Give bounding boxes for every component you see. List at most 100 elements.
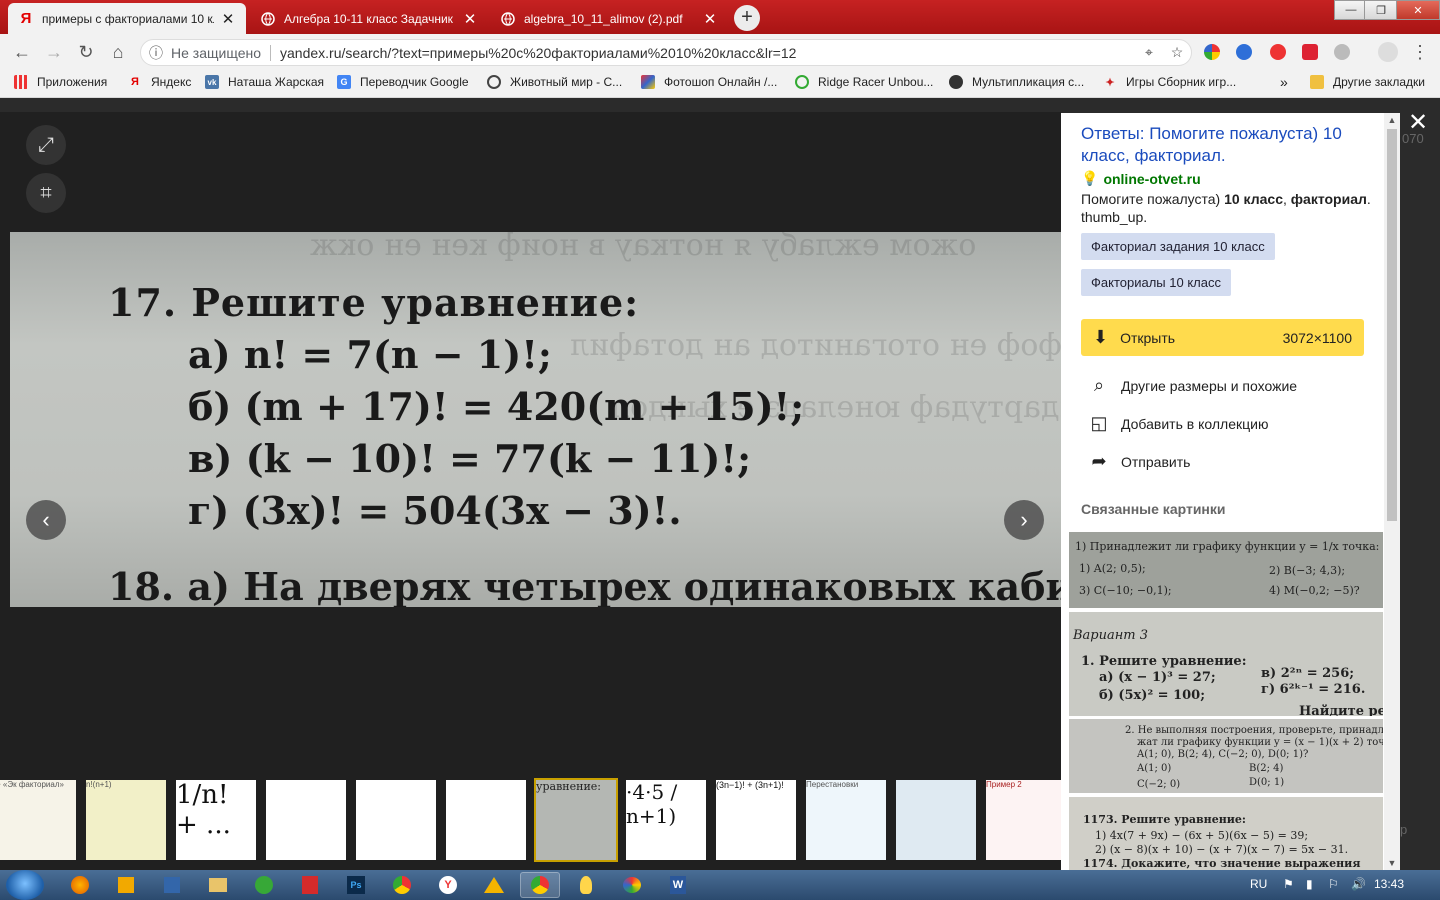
tab-yandex-search[interactable]: Я примеры с факториалами 10 кл ✕ xyxy=(8,3,246,34)
related-image[interactable]: 1) Принадлежит ли графику функции y = 1/… xyxy=(1069,532,1383,608)
extension-icon[interactable] xyxy=(1236,44,1252,60)
prev-image-chevron-icon[interactable]: ‹ xyxy=(26,500,66,540)
bookmark-label: Другие закладки xyxy=(1333,75,1425,89)
main-image: ожом ежлабу я ноткау в ноиф кен ен окж ?… xyxy=(10,232,1061,607)
thumbnail-text: 1/n! + ... xyxy=(176,780,231,840)
fullscreen-expand-icon[interactable]: ⤢ xyxy=(26,125,66,165)
google-drive-icon[interactable] xyxy=(474,872,514,898)
thumbnail[interactable]: ·4·5 / n+1) xyxy=(626,780,706,860)
tab-algebra-pdf[interactable]: algebra_10_11_alimov (2).pdf ✕ xyxy=(490,3,728,34)
bookmark-vk[interactable]: vk Наташа Жарская xyxy=(205,75,324,89)
next-image-chevron-icon[interactable]: › xyxy=(1004,500,1044,540)
language-indicator[interactable]: RU xyxy=(1250,877,1267,891)
firefox-icon[interactable] xyxy=(60,872,100,898)
scrollbar-thumb[interactable] xyxy=(1387,129,1397,521)
windows-start-icon[interactable] xyxy=(6,870,44,900)
tab-title: Алгебра 10-11 класс Задачник С xyxy=(284,11,456,26)
open-image-button[interactable]: ⬇ Открыть 3072×1100 xyxy=(1081,319,1364,356)
save-icon[interactable] xyxy=(152,872,192,898)
thumbnail[interactable]: 1/n! + ... xyxy=(176,780,256,860)
address-bar[interactable]: ⓘ Не защищено yandex.ru/search/?text=при… xyxy=(140,39,1192,66)
acrobat-icon[interactable] xyxy=(290,872,330,898)
thumbnail-selected[interactable]: уравнение: xyxy=(534,778,618,862)
extension-icon[interactable] xyxy=(1270,44,1286,60)
thumbnail[interactable] xyxy=(356,780,436,860)
thumbnail[interactable] xyxy=(446,780,526,860)
close-window-icon[interactable]: ✕ xyxy=(1396,0,1440,20)
other-sizes-button[interactable]: ⌕ Другие размеры и похожие xyxy=(1088,375,1297,396)
chrome-icon[interactable] xyxy=(382,872,422,898)
new-tab-button[interactable]: + xyxy=(734,5,760,31)
yandex-browser-icon[interactable]: Y xyxy=(428,872,468,898)
bookmark-apps[interactable]: Приложения xyxy=(14,75,107,89)
equation-d: г) (3x)! = 504(3x − 3)!. xyxy=(188,488,682,533)
extension-icon[interactable] xyxy=(1302,44,1318,60)
extension-icon[interactable] xyxy=(1334,44,1350,60)
thumbnail[interactable]: (3n−1)! + (3n+1)! xyxy=(716,780,796,860)
panel-scrollbar[interactable]: ▲ ▼ xyxy=(1384,113,1400,870)
extension-icon[interactable] xyxy=(1204,44,1220,60)
result-title-link[interactable]: Ответы: Помогите пожалуста) 10 класс, фа… xyxy=(1081,123,1371,167)
paint-icon[interactable] xyxy=(612,872,652,898)
clock[interactable]: 13:43 xyxy=(1374,877,1404,891)
thumbnail[interactable]: > «Эк факториал» xyxy=(0,780,76,860)
related-image-text: г) 6²ᵏ⁻¹ = 216. xyxy=(1261,682,1366,697)
photoshop-icon[interactable]: Ps xyxy=(336,872,376,898)
related-image[interactable]: 2. Не выполняя построения, проверьте, пр… xyxy=(1069,719,1383,793)
tab-algebra-zadachnik[interactable]: Алгебра 10-11 класс Задачник С ✕ xyxy=(250,3,488,34)
source-link[interactable]: 💡 online-otvet.ru xyxy=(1081,170,1201,187)
scroll-down-icon[interactable]: ▼ xyxy=(1384,858,1400,868)
home-icon[interactable]: ⌂ xyxy=(106,40,130,64)
avatar[interactable] xyxy=(1378,42,1398,62)
back-arrow-icon[interactable]: ← xyxy=(10,40,34,64)
bookmarks-bar: Приложения Я Яндекс vk Наташа Жарская G … xyxy=(0,70,1440,98)
tray-flag-icon[interactable]: ⚑ xyxy=(1283,877,1294,891)
bookmark-animal-world[interactable]: Животный мир - С... xyxy=(487,75,622,89)
chrome-active-icon[interactable] xyxy=(520,872,560,898)
action-center-flag-icon[interactable]: ⚐ xyxy=(1328,877,1339,891)
network-icon[interactable]: ▮ xyxy=(1306,877,1313,891)
add-to-collection-button[interactable]: ◱ Добавить в коллекцию xyxy=(1088,413,1268,434)
word-icon[interactable]: W xyxy=(658,872,698,898)
related-image-text: в) 2²ⁿ = 256; xyxy=(1261,666,1355,681)
location-icon[interactable]: ⌖ xyxy=(1135,44,1163,61)
crop-icon[interactable]: ⌗ xyxy=(26,173,66,213)
thumbnail[interactable]: Пример 2 xyxy=(986,780,1061,860)
explorer-icon[interactable] xyxy=(198,872,238,898)
bleed-through-text: ? имфоф ен отоганитод ан дотафил xyxy=(570,328,1061,363)
minimize-icon[interactable]: — xyxy=(1334,0,1368,20)
utorrent-icon[interactable] xyxy=(244,872,284,898)
reload-icon[interactable]: ↻ xyxy=(74,40,98,64)
scroll-up-icon[interactable]: ▲ xyxy=(1384,115,1400,125)
related-query-chip[interactable]: Факториалы 10 класс xyxy=(1081,269,1231,296)
media-player-icon[interactable] xyxy=(106,872,146,898)
bookmark-ridge-racer[interactable]: Ridge Racer Unbou... xyxy=(795,75,933,89)
thumbnail[interactable]: Перестановки xyxy=(806,780,886,860)
bookmark-google-translate[interactable]: G Переводчик Google xyxy=(337,75,469,89)
volume-icon[interactable]: 🔊 xyxy=(1351,877,1366,891)
related-query-chip[interactable]: Факториал задания 10 класс xyxy=(1081,233,1275,260)
bookmark-photoshop-online[interactable]: Фотошоп Онлайн /... xyxy=(641,75,777,89)
related-image-text: 4) M(−0,2; −5)? xyxy=(1269,584,1360,597)
bookmark-yandex[interactable]: Я Яндекс xyxy=(128,75,191,89)
share-button[interactable]: ➦ Отправить xyxy=(1088,451,1190,472)
forward-arrow-icon[interactable]: → xyxy=(42,40,66,64)
thumbnail[interactable]: n!(n+1) xyxy=(86,780,166,860)
related-image[interactable]: Вариант 3 1. Решите уравнение: а) (x − 1… xyxy=(1069,612,1383,716)
info-icon[interactable]: ⓘ xyxy=(141,43,171,63)
lamp-icon[interactable] xyxy=(566,872,606,898)
bookmarks-overflow-chevron-icon[interactable]: » xyxy=(1280,74,1288,90)
maximize-icon[interactable]: ❐ xyxy=(1364,0,1398,20)
bookmark-cartoons[interactable]: Мультипликация с... xyxy=(949,75,1084,89)
bookmark-other[interactable]: Другие закладки xyxy=(1310,75,1425,89)
url-text[interactable]: yandex.ru/search/?text=примеры%20с%20фак… xyxy=(280,45,1135,61)
thumbnail[interactable] xyxy=(896,780,976,860)
close-tab-icon[interactable]: ✕ xyxy=(702,10,718,28)
star-bookmark-icon[interactable]: ☆ xyxy=(1163,44,1191,61)
related-image[interactable]: 1173. Решите уравнение: 1) 4x(7 + 9x) − … xyxy=(1069,797,1383,870)
thumbnail[interactable] xyxy=(266,780,346,860)
close-tab-icon[interactable]: ✕ xyxy=(220,10,236,28)
bookmark-games[interactable]: ✦ Игры Сборник игр... xyxy=(1103,75,1236,89)
menu-dots-icon[interactable]: ⋮ xyxy=(1408,40,1432,64)
close-tab-icon[interactable]: ✕ xyxy=(462,10,478,28)
